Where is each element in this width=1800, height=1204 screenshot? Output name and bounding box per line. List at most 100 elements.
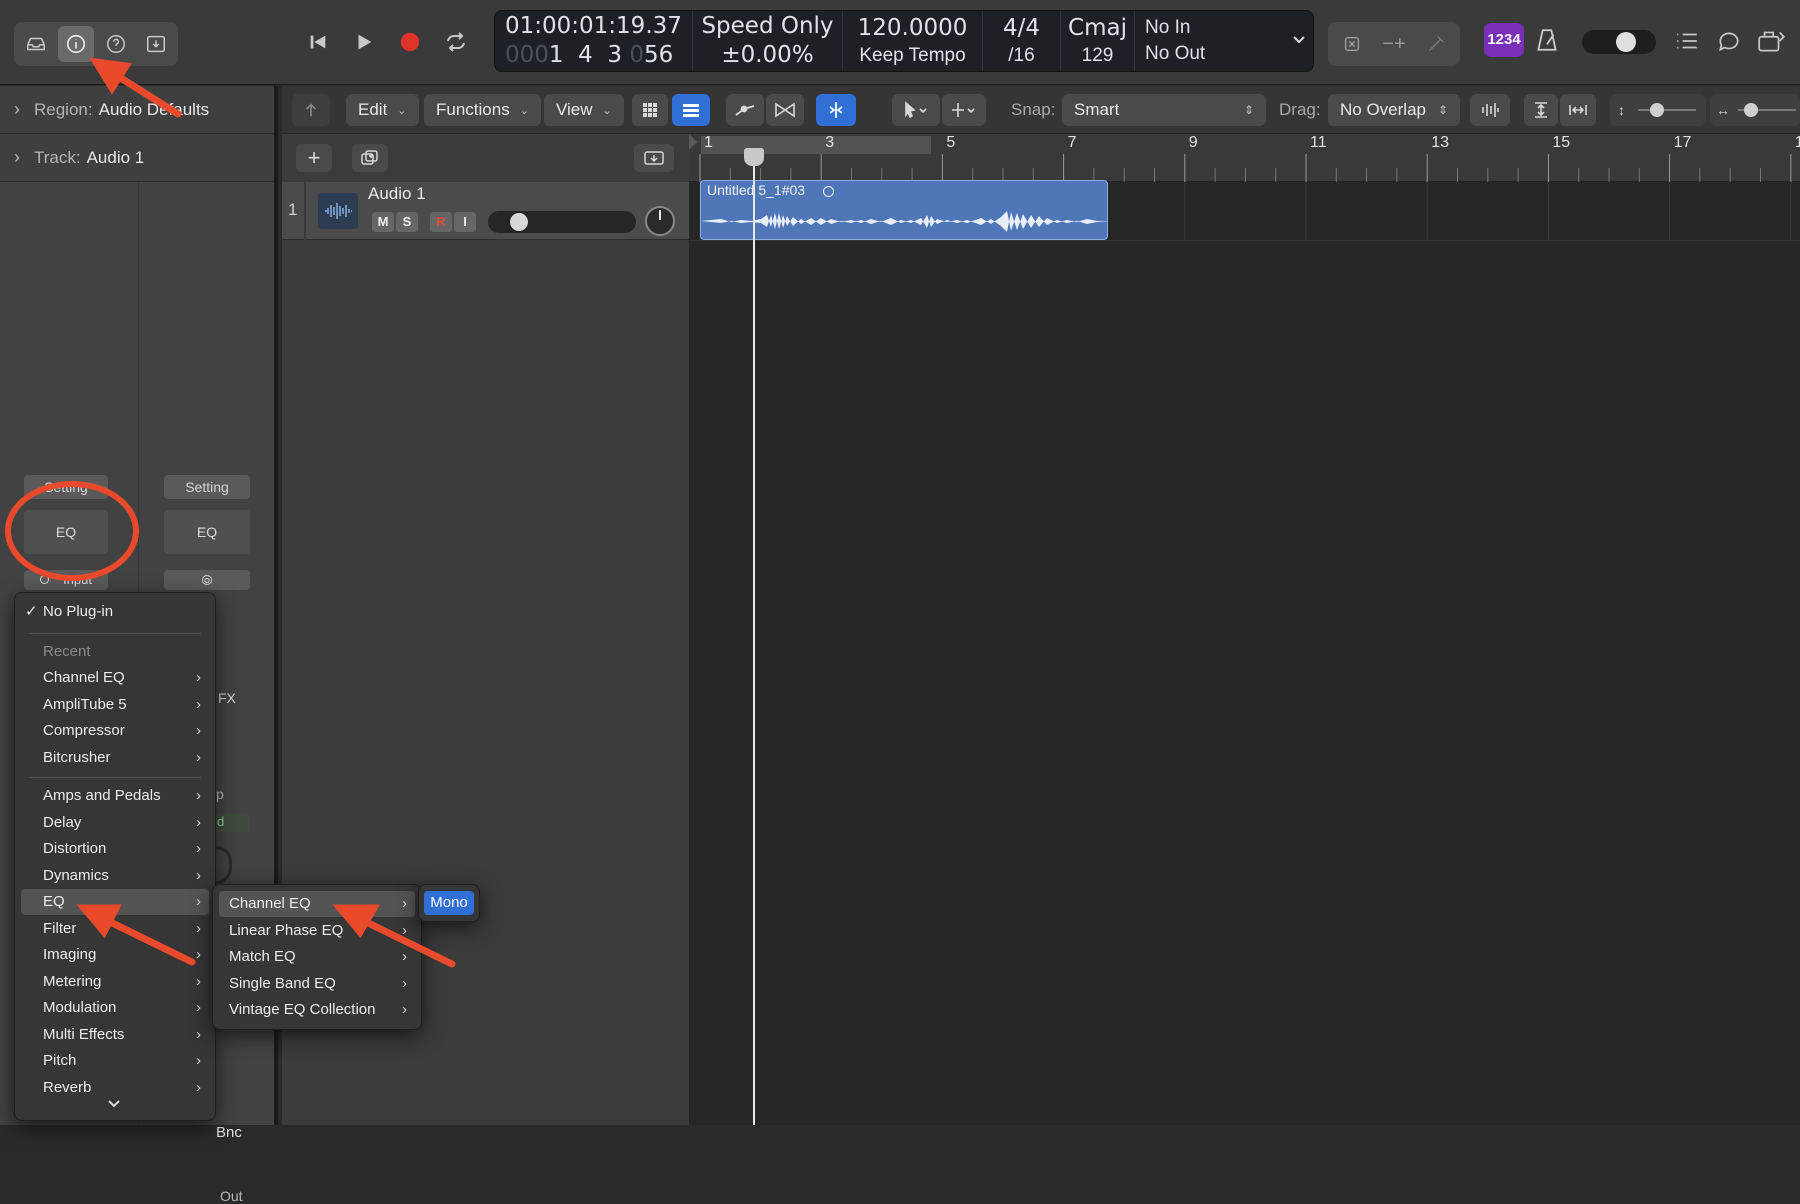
setting-button-left[interactable]: Setting <box>24 475 108 499</box>
close-box-icon[interactable] <box>1334 26 1370 62</box>
add-track-icon[interactable]: + <box>296 144 332 172</box>
solo-button[interactable]: S <box>396 212 418 232</box>
track-name[interactable]: Audio 1 <box>368 184 426 204</box>
track-value: Audio 1 <box>86 147 145 167</box>
plugin-category-item[interactable]: EQ › <box>21 889 209 915</box>
mute-button[interactable]: M <box>372 212 394 232</box>
snap-select[interactable]: Smart ⇕ <box>1062 94 1266 126</box>
eq-plugin-item[interactable]: Single Band EQ › <box>219 971 415 997</box>
global-tracks-icon[interactable] <box>634 144 674 172</box>
plugin-category-item[interactable]: Multi Effects › <box>21 1022 209 1048</box>
eq-plugin-item[interactable]: Match EQ › <box>219 944 415 970</box>
quick-help-icon[interactable] <box>98 26 134 62</box>
volume-slider[interactable] <box>488 211 636 233</box>
track-inspector-row[interactable]: › Track: Audio 1 <box>0 134 274 182</box>
lcd-chevron-down-icon[interactable] <box>1291 31 1307 52</box>
plugin-category-label: Amps and Pedals <box>43 787 161 804</box>
waveform-zoom-icon[interactable] <box>1470 94 1510 126</box>
chevron-right-icon: › <box>402 974 407 992</box>
recent-plugin-item[interactable]: AmpliTube 5 › <box>21 692 209 718</box>
up-arrow-icon[interactable] <box>292 94 330 126</box>
catch-playhead-icon[interactable] <box>816 94 856 126</box>
record-icon[interactable] <box>388 24 432 60</box>
horizontal-zoom-slider[interactable]: ↔ <box>1710 94 1800 126</box>
eq-plugin-label: Channel EQ <box>229 895 311 912</box>
view-menu-button[interactable]: View ⌄ <box>544 94 624 126</box>
snap-label: Snap: <box>1011 100 1056 119</box>
chevron-right-icon: › <box>14 147 20 167</box>
eq-slot-left[interactable]: EQ <box>24 510 108 554</box>
edit-menu-button[interactable]: Edit ⌄ <box>346 94 419 126</box>
plugin-category-item[interactable]: Dynamics › <box>21 863 209 889</box>
input-slot-left[interactable]: Input <box>24 570 108 590</box>
grid-view-icon[interactable] <box>632 94 668 126</box>
record-enable-button[interactable]: R <box>430 212 452 232</box>
bar-ruler[interactable]: 1 3 5 7 9 11 13 15 17 1 <box>689 134 1800 182</box>
automation-curve-icon[interactable] <box>726 94 764 126</box>
playhead[interactable] <box>744 148 764 1125</box>
play-icon[interactable] <box>342 24 386 60</box>
scroll-down-chevron-icon[interactable] <box>107 1097 121 1115</box>
master-toggle[interactable] <box>1582 30 1656 54</box>
pan-knob[interactable] <box>645 206 675 236</box>
download-icon[interactable] <box>138 26 174 62</box>
browser-icon[interactable] <box>1756 27 1786 60</box>
arrange-area[interactable] <box>689 182 1800 1125</box>
vertical-zoom-thumb <box>1650 103 1664 117</box>
rewind-icon[interactable] <box>296 24 340 60</box>
plugin-category-item[interactable]: Pitch › <box>21 1048 209 1074</box>
plugin-category-item[interactable]: Filter › <box>21 916 209 942</box>
lcd-display[interactable]: 01:00:01:19.37 0001 4 3 056 Speed Only ±… <box>494 10 1314 72</box>
plugin-category-item[interactable]: Modulation › <box>21 995 209 1021</box>
edit-menu-label: Edit <box>358 100 388 119</box>
region-inspector-row[interactable]: › Region: Audio Defaults <box>0 86 274 134</box>
track-header[interactable]: 1 Audio 1 M S R I <box>282 182 689 240</box>
send-label: p <box>216 786 224 802</box>
no-plugin-item[interactable]: ✓ No Plug-in <box>21 599 209 625</box>
input-slot-right[interactable]: ⦾ <box>164 570 250 590</box>
vertical-zoom-fit-icon[interactable] <box>1524 94 1558 126</box>
pointer-tool-icon[interactable] <box>892 94 940 126</box>
drag-select[interactable]: No Overlap ⇕ <box>1328 94 1460 126</box>
playhead-handle[interactable] <box>744 148 764 166</box>
flex-icon[interactable] <box>766 94 804 126</box>
eq-slot-right[interactable]: EQ <box>164 510 250 554</box>
metronome-icon[interactable] <box>1534 26 1560 59</box>
plugin-category-item[interactable]: Imaging › <box>21 942 209 968</box>
recent-plugin-item[interactable]: Channel EQ › <box>21 665 209 691</box>
vertical-zoom-slider[interactable]: ↕ <box>1610 94 1706 126</box>
audio-region[interactable]: Untitled 5_1#03 <box>700 180 1109 240</box>
inspector-icon[interactable] <box>58 26 94 62</box>
recent-plugin-item[interactable]: Compressor › <box>21 718 209 744</box>
notes-icon[interactable] <box>1716 28 1742 59</box>
input-monitor-button[interactable]: I <box>454 212 476 232</box>
plugin-category-item[interactable]: Delay › <box>21 810 209 836</box>
eq-plugin-item[interactable]: Vintage EQ Collection › <box>219 997 415 1023</box>
list-view-icon[interactable] <box>672 94 710 126</box>
ruler-bar-number: 13 <box>1431 134 1449 151</box>
lcd-tempo-mode: Keep Tempo <box>859 44 966 66</box>
cycle-region[interactable] <box>701 136 931 154</box>
plugin-category-item[interactable]: Amps and Pedals › <box>21 783 209 809</box>
count-in-badge[interactable]: 1234 <box>1484 23 1524 57</box>
lcd-tempo-value: 120.0000 <box>857 14 968 41</box>
eq-plugin-item[interactable]: Channel EQ › <box>219 891 415 917</box>
minus-plus-icon[interactable]: −+ <box>1374 26 1414 62</box>
horizontal-zoom-fit-icon[interactable] <box>1560 94 1596 126</box>
plugin-category-item[interactable]: Distortion › <box>21 836 209 862</box>
plugin-category-item[interactable]: Metering › <box>21 969 209 995</box>
recent-plugin-item[interactable]: Bitcrusher › <box>21 745 209 771</box>
setting-button-right[interactable]: Setting <box>164 475 250 499</box>
eq-plugin-item[interactable]: Linear Phase EQ › <box>219 918 415 944</box>
ruler-bar-number: 7 <box>1067 134 1077 151</box>
tuner-icon[interactable] <box>1418 26 1454 62</box>
cycle-icon[interactable] <box>434 24 478 60</box>
no-plugin-label: No Plug-in <box>43 603 114 620</box>
functions-menu-button[interactable]: Functions ⌄ <box>424 94 541 126</box>
bounce-label[interactable]: Bnc <box>216 1124 242 1141</box>
list-editors-icon[interactable] <box>1674 28 1700 59</box>
library-icon[interactable] <box>18 26 54 62</box>
mono-item[interactable]: Mono <box>424 891 474 915</box>
duplicate-track-icon[interactable] <box>352 144 388 172</box>
crosshair-tool-icon[interactable] <box>942 94 986 126</box>
